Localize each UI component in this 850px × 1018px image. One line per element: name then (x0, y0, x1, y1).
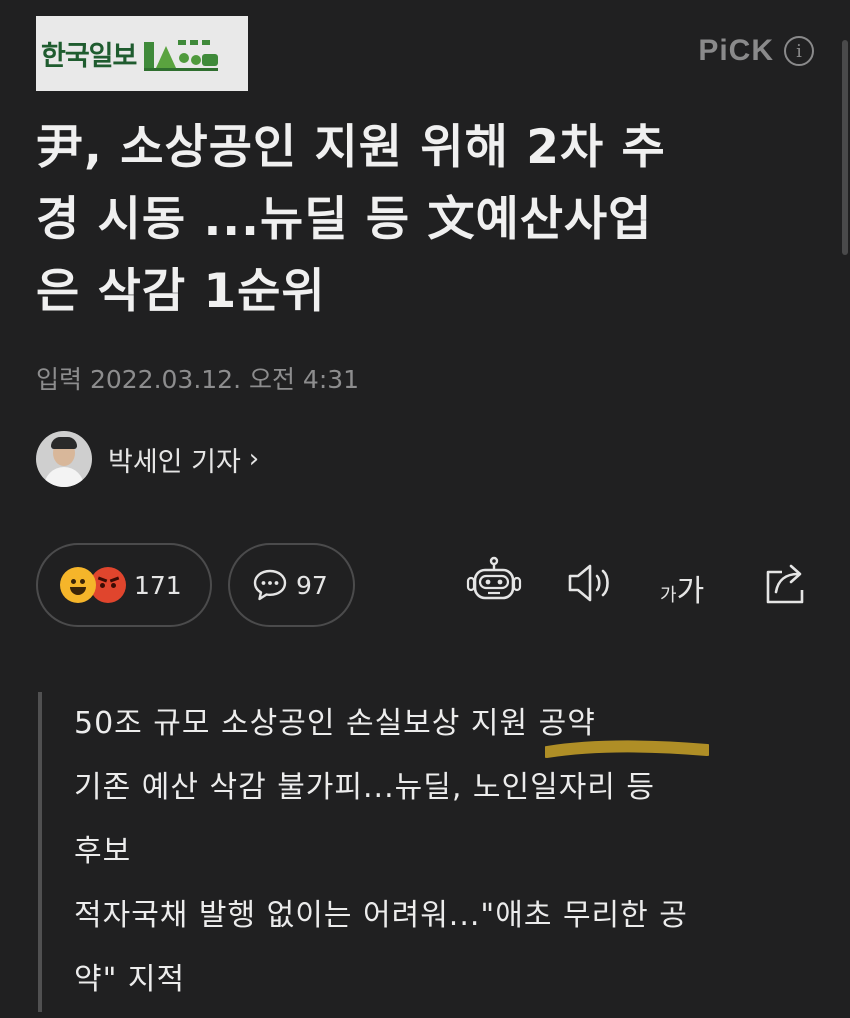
comment-button[interactable]: 97 (228, 543, 355, 627)
pick-label: PiCK (698, 34, 774, 67)
press-name: 한국일보 (41, 41, 137, 72)
robot-summary-icon[interactable] (466, 556, 522, 606)
article-summary: 50조 규모 소상공인 손실보상 지원 공약 기존 예산 삭감 불가피...뉴딜… (38, 692, 798, 1012)
reporter-link[interactable]: 박세인 기자 › (36, 431, 259, 487)
reporter-avatar (36, 431, 92, 487)
speaker-icon[interactable] (566, 562, 616, 604)
headline-line: 경 시동 ...뉴딜 등 文예산사업 (36, 192, 653, 247)
headline-line: 은 삭감 1순위 (36, 264, 326, 319)
summary-line: 약" 지적 (74, 962, 186, 997)
smile-emoji-icon (60, 567, 96, 603)
scrollbar[interactable] (842, 40, 848, 255)
pick-badge[interactable]: PiCK i (698, 34, 814, 68)
summary-line: 기존 예산 삭감 불가피...뉴딜, 노인일자리 등 (74, 770, 656, 805)
headline-line: 尹, 소상공인 지원 위해 2차 추 (36, 120, 666, 175)
font-size-large-glyph: 가 (676, 574, 705, 609)
chevron-right-icon: › (248, 444, 260, 474)
summary-line: 적자국채 발행 없이는 어려워..."애초 무리한 공 (74, 898, 688, 933)
press-logo[interactable]: 한국일보 (36, 16, 248, 91)
summary-line: 50조 규모 소상공인 손실보상 지원 공약 (74, 706, 596, 741)
comment-bubble-icon (253, 569, 287, 601)
article-headline: 尹, 소상공인 지원 위해 2차 추 경 시동 ...뉴딜 등 文예산사업 은 … (36, 112, 796, 328)
font-size-button[interactable]: 가가 (660, 566, 704, 610)
comment-count: 97 (296, 570, 328, 600)
info-icon[interactable]: i (784, 36, 814, 66)
article-page: 한국일보 PiCK i 尹, 소상공인 지원 위해 2차 추 경 시동 ...뉴… (0, 0, 850, 1018)
reaction-count: 171 (134, 570, 182, 600)
publish-timestamp: 입력 2022.03.12. 오전 4:31 (36, 365, 360, 394)
font-size-small-glyph: 가 (660, 585, 677, 606)
reaction-button[interactable]: 171 (36, 543, 212, 627)
summary-line: 후보 (74, 834, 132, 869)
share-icon[interactable] (762, 560, 810, 606)
press-logo-illustration-icon (144, 39, 219, 71)
reporter-name: 박세인 기자 (108, 446, 241, 478)
